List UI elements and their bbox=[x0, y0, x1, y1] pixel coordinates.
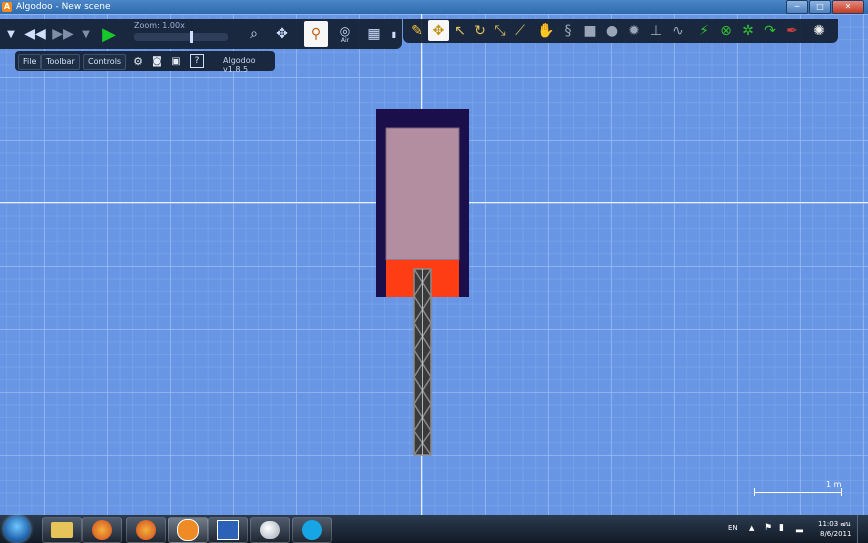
scale-bar-tick-right bbox=[841, 488, 842, 496]
taskbar-firefox-2[interactable] bbox=[126, 517, 166, 543]
toolbar-menu[interactable]: Toolbar bbox=[41, 54, 80, 70]
box-tool-icon[interactable]: ■ bbox=[581, 21, 599, 41]
tools-toolbar: ✎ ✥ ↖ ↻ ⤡ ⟋ ✋ § ■ ● ✹ ⊥ ∿ ⚡ ⊗ ✲ ↷ ✒ ✺ bbox=[403, 19, 838, 43]
clock-time[interactable]: 11:03 ๗น bbox=[818, 519, 850, 530]
clock-date[interactable]: 8/6/2011 bbox=[820, 530, 851, 538]
speed-dropdown-icon[interactable]: ▼ bbox=[79, 25, 93, 43]
circle-tool-icon[interactable]: ● bbox=[603, 21, 621, 41]
zoom-slider[interactable] bbox=[134, 31, 228, 43]
paint-icon bbox=[260, 521, 280, 539]
scale-label: 1 m bbox=[826, 480, 842, 489]
fast-forward-icon[interactable]: ▶▶ bbox=[50, 23, 76, 45]
scale-bar bbox=[754, 492, 842, 493]
simulation-canvas[interactable]: 1 m bbox=[0, 14, 868, 515]
taskbar-explorer[interactable] bbox=[42, 517, 82, 543]
pan-icon[interactable]: ✥ bbox=[271, 23, 293, 45]
menu-dropdown-icon[interactable]: ▼ bbox=[4, 25, 18, 43]
firefox-icon bbox=[136, 520, 156, 540]
taskbar-paint[interactable] bbox=[250, 517, 290, 543]
fixate-tool-icon[interactable]: ⚡ bbox=[695, 21, 713, 41]
simulation-toolbar: ▼ ◀◀ ▶▶ ▼ ▶ Zoom: 1.00x ⌕ ✥ ⚲ ◎ Air ▦ ▮ bbox=[0, 19, 402, 49]
grid-icon[interactable]: ▦ bbox=[362, 21, 386, 47]
window-controls: ─ □ ✕ bbox=[786, 0, 864, 14]
taskbar-skype[interactable] bbox=[292, 517, 332, 543]
tray-expand-icon[interactable]: ▲ bbox=[749, 524, 754, 532]
rewind-icon[interactable]: ◀◀ bbox=[22, 23, 48, 45]
hinge-tool-icon[interactable]: ⊗ bbox=[717, 21, 735, 41]
network-icon[interactable]: ▂ bbox=[796, 523, 803, 533]
version-label: Algodoo v1.8.5 bbox=[223, 56, 256, 74]
minimize-button[interactable]: ─ bbox=[786, 0, 808, 14]
play-icon[interactable]: ▶ bbox=[98, 22, 120, 46]
drag-tool-icon[interactable]: ↖ bbox=[451, 21, 469, 41]
knife-tool-icon[interactable]: ⟋ bbox=[511, 21, 529, 41]
gravity-icon[interactable]: ⚲ bbox=[304, 21, 328, 47]
start-button[interactable] bbox=[4, 516, 30, 542]
zoom-icon[interactable]: ⌕ bbox=[243, 23, 265, 45]
algodoo-icon bbox=[177, 519, 199, 541]
sketch-tool-icon[interactable]: ✎ bbox=[407, 21, 427, 41]
firefox-icon bbox=[92, 520, 112, 540]
skype-icon bbox=[302, 520, 322, 540]
axle-tool-icon[interactable]: ✲ bbox=[739, 21, 757, 41]
algodoo-app-icon[interactable]: A bbox=[2, 2, 12, 12]
show-desktop-button[interactable] bbox=[857, 515, 868, 543]
file-menu[interactable]: File bbox=[18, 54, 42, 70]
scene-objects[interactable] bbox=[0, 14, 868, 515]
zoom-slider-thumb[interactable] bbox=[190, 31, 193, 43]
word-icon bbox=[217, 520, 239, 540]
spring-tool-icon[interactable]: ∿ bbox=[669, 21, 687, 41]
main-menubar: File Toolbar Controls ⚙ ◙ ▣ ? Algodoo v1… bbox=[15, 51, 275, 74]
tracer-tool-icon[interactable]: ✒ bbox=[783, 21, 801, 41]
brush-tool-icon[interactable]: ✋ bbox=[537, 21, 555, 41]
window-title: Algodoo - New scene bbox=[16, 2, 111, 12]
rotate-tool-icon[interactable]: ↻ bbox=[471, 21, 489, 41]
plane-tool-icon[interactable]: ⊥ bbox=[647, 21, 665, 41]
laser-tool-icon[interactable]: ✺ bbox=[809, 21, 829, 41]
controls-menu[interactable]: Controls bbox=[83, 54, 127, 70]
move-tool-icon[interactable]: ✥ bbox=[428, 20, 449, 41]
air-label: Air bbox=[340, 37, 350, 44]
toolbar-collapse-handle[interactable]: ▮ bbox=[390, 27, 398, 41]
gear-tool-icon[interactable]: ✹ bbox=[625, 21, 643, 41]
action-center-flag-icon[interactable]: ⚑ bbox=[764, 523, 772, 533]
maximize-button[interactable]: □ bbox=[809, 0, 831, 14]
container-inner-liquid-upper[interactable] bbox=[385, 127, 460, 261]
taskbar-algodoo[interactable] bbox=[168, 517, 208, 543]
air-icon[interactable]: ◎ Air bbox=[333, 21, 357, 47]
piston-rod[interactable] bbox=[413, 268, 432, 456]
thruster-tool-icon[interactable]: ↷ bbox=[761, 21, 779, 41]
camera-icon[interactable]: ◙ bbox=[150, 54, 164, 68]
language-indicator[interactable]: EN bbox=[728, 524, 738, 532]
chain-tool-icon[interactable]: § bbox=[559, 21, 577, 41]
scale-tool-icon[interactable]: ⤡ bbox=[491, 21, 509, 41]
window-titlebar: A Algodoo - New scene ─ □ ✕ bbox=[0, 0, 868, 14]
taskbar-firefox-1[interactable] bbox=[82, 517, 122, 543]
close-button[interactable]: ✕ bbox=[832, 0, 864, 14]
taskbar-word[interactable] bbox=[208, 517, 248, 543]
zoom-label: Zoom: 1.00x bbox=[134, 21, 185, 30]
settings-gear-icon[interactable]: ⚙ bbox=[131, 54, 145, 68]
windows-taskbar: EN ▲ ⚑ ▮ ▂ 11:03 ๗น 8/6/2011 bbox=[0, 515, 868, 543]
window-icon[interactable]: ▣ bbox=[169, 54, 183, 68]
power-icon[interactable]: ▮ bbox=[779, 523, 784, 533]
help-icon[interactable]: ? bbox=[190, 54, 204, 68]
folder-icon bbox=[51, 522, 73, 538]
